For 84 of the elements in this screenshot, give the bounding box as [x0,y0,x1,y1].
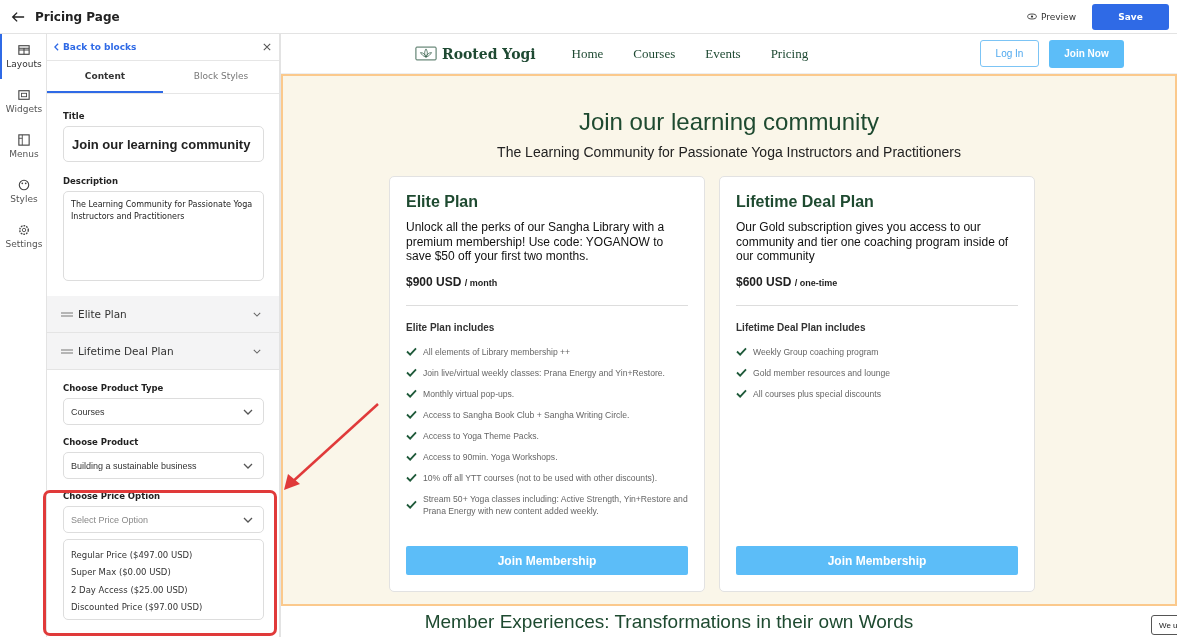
price-option-dropdown[interactable]: Select Price Option [63,506,264,533]
preview-button[interactable]: Preview [1020,10,1082,23]
site-logo-text: Rooted Yogi [442,45,536,62]
price-period: / month [464,277,498,288]
check-icon [406,473,417,483]
feature-text: All elements of Library membership ++ [423,345,571,358]
title-input[interactable]: Join our learning community [63,126,264,162]
panel-tab[interactable]: Block Styles [163,61,279,93]
back-to-blocks-link[interactable]: Back to blocks [54,42,137,52]
feature-text: Weekly Group coaching program [753,345,879,358]
chevron-left-icon [54,43,59,51]
check-icon [406,389,417,399]
rail-item[interactable]: Menus [0,124,46,169]
feature-text: Stream 50+ Yoga classes including: Active Strength, Yin+Restore and Prana Energy with new content added weekly. [423,492,688,517]
feature-text: Join live/virtual weekly classes: Prana Energy and Yin+Restore. [423,366,665,379]
save-button[interactable]: Save [1092,3,1169,30]
nav-link[interactable]: Events [705,45,741,62]
rail-item[interactable]: Settings [0,214,46,259]
plan-accordion-row[interactable]: Lifetime Deal Plan [47,333,279,370]
field-label: Title [63,111,86,121]
field-label: Choose Product [63,437,140,447]
feature-text: Access to Yoga Theme Packs. [423,429,539,442]
back-arrow-icon[interactable] [11,9,25,24]
check-icon [406,410,417,420]
feature-text: All courses plus special discounts [753,387,881,400]
cookie-notice[interactable]: We u [1151,615,1177,635]
nav-link[interactable]: Pricing [770,45,809,62]
plan-description: Our Gold subscription gives you access to our community and tier one coaching program inside of our community [736,220,1010,264]
layout-grid-icon [18,44,30,56]
lotus-logo-icon [415,46,437,61]
check-icon [406,347,417,357]
includes-heading: Elite Plan includes [406,321,496,333]
plan-name: Elite Plan [406,193,480,211]
plan-description: Unlock all the perks of our Sangha Library with a premium membership! Use code: YOGANOW to save $50 off your first two months. [406,220,666,264]
check-icon [406,368,417,378]
price-option[interactable]: Discounted Price ($97.00 USD) [71,598,256,617]
product-type-dropdown[interactable]: Courses [63,398,264,425]
rail-item[interactable]: Widgets [0,79,46,124]
field-label: Description [63,176,119,186]
feature-text: Access to Sangha Book Club + Sangha Writing Circle. [423,408,630,421]
drag-handle-icon[interactable] [61,311,73,317]
chevron-down-icon [243,408,253,415]
nav-link[interactable]: Courses [633,45,676,62]
section-heading: Member Experiences: Transformations in their own Words [424,610,914,634]
feature-text: Access to 90min. Yoga Workshops. [423,450,558,463]
nav-link[interactable]: Home [571,45,604,62]
includes-heading: Lifetime Deal Plan includes [736,321,867,333]
feature-text: 10% off all YTT courses (not to be used with other discounts). [423,471,658,484]
menu-panel-icon [18,134,30,146]
rail-item[interactable]: Layouts [0,34,46,79]
description-textarea[interactable]: The Learning Community for Passionate Yoga Instructors and Practitioners [63,191,264,281]
price-period: / one-time [794,277,838,288]
chevron-down-icon [253,348,261,354]
plan-accordion-row[interactable]: Elite Plan [47,296,279,333]
settings-icon [18,224,30,236]
check-icon [736,389,747,399]
chevron-down-icon [253,311,261,317]
product-dropdown[interactable]: Building a sustainable business [63,452,264,479]
hero-subtitle: The Learning Community for Passionate Yoga Instructors and Practitioners [497,144,961,160]
widget-icon [18,89,30,101]
drag-handle-icon[interactable] [61,348,73,354]
close-icon[interactable] [263,43,271,51]
field-label: Choose Product Type [63,383,165,393]
hero-title: Join our learning community [578,108,880,136]
chevron-down-icon [243,462,253,469]
panel-tab[interactable]: Content [47,61,163,93]
check-icon [736,368,747,378]
check-icon [406,500,417,510]
plan-name: Lifetime Deal Plan [736,193,875,211]
feature-text: Gold member resources and lounge [753,366,891,379]
chevron-down-icon [243,516,253,523]
plan-price: $600 USD [736,274,792,289]
eye-icon [1026,13,1037,20]
palette-icon [18,179,30,191]
price-option[interactable]: Regular Price ($497.00 USD) [71,547,256,565]
page-title: Pricing Page [35,9,120,24]
check-icon [406,452,417,462]
feature-text: Monthly virtual pop-ups. [423,387,515,400]
plan-price: $900 USD [406,274,462,289]
rail-item[interactable]: Styles [0,169,46,214]
check-icon [406,431,417,441]
price-option[interactable]: 2 Day Access ($25.00 USD) [71,581,256,599]
price-option[interactable]: Super Max ($0.00 USD) [71,564,256,582]
check-icon [736,347,747,357]
